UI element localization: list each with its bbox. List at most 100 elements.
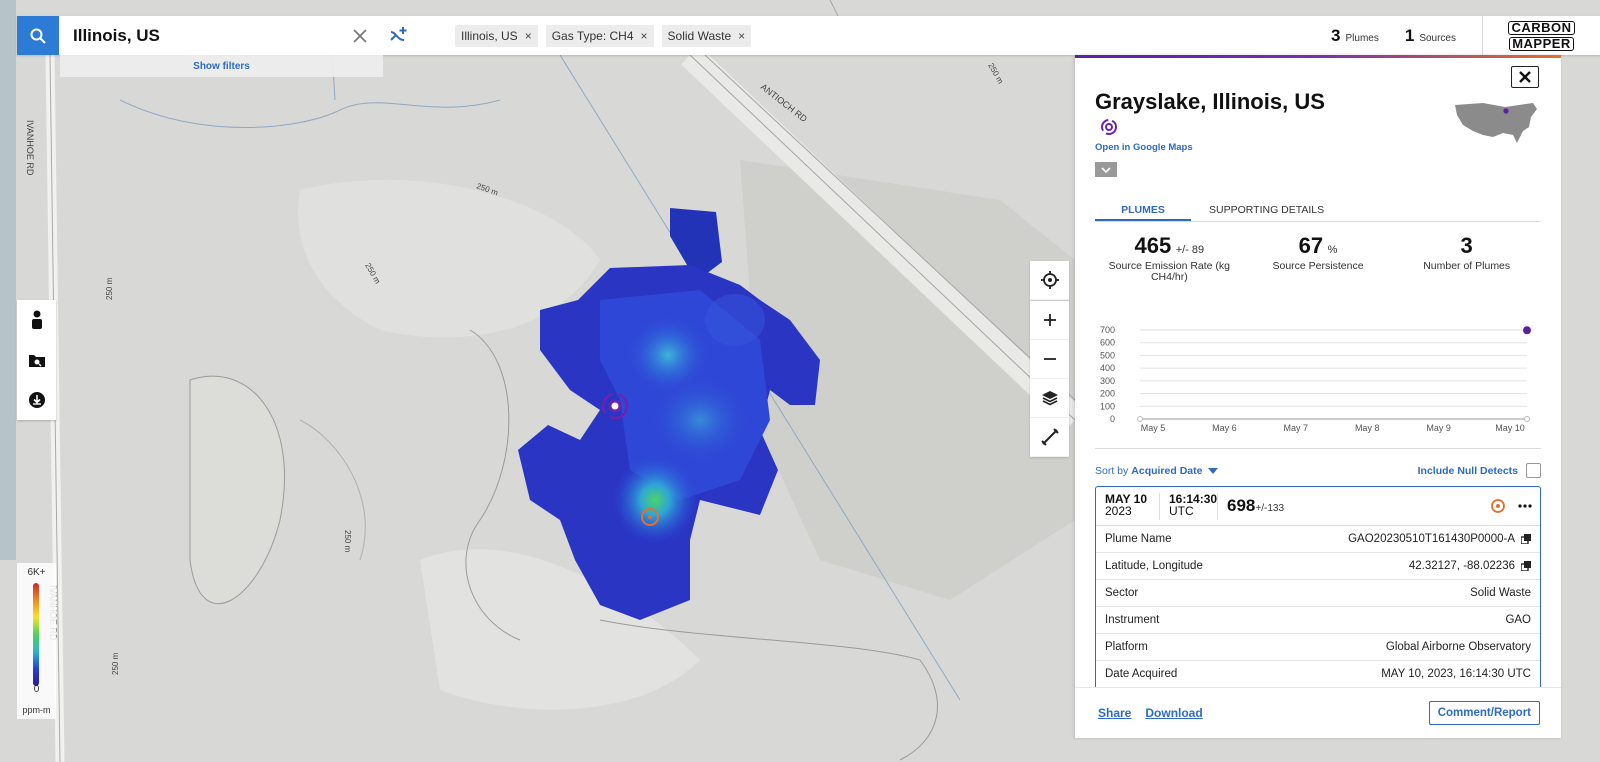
expand-details-button[interactable] [1095, 162, 1117, 177]
panel-footer: Share Download Comment/Report [1075, 687, 1561, 738]
include-null-detects[interactable]: Include Null Detects [1418, 463, 1541, 478]
filter-chip-sector[interactable]: Solid Waste × [661, 24, 752, 47]
stat-value: 3 [1460, 233, 1473, 258]
plume-time: 16:14:30 UTC [1160, 492, 1218, 520]
us-locator-map [1455, 103, 1537, 143]
chip-label: Illinois, US [461, 28, 518, 43]
detail-label: Date Acquired [1105, 668, 1178, 680]
chip-remove-icon[interactable]: × [525, 29, 532, 43]
detail-label: Plume Name [1105, 533, 1172, 545]
detail-label: Instrument [1105, 614, 1160, 626]
legend-max: 6K+ [27, 567, 46, 578]
plume-time-zone: UTC [1169, 503, 1194, 518]
legend-unit: ppm-m [22, 705, 51, 715]
close-panel-button[interactable] [1511, 66, 1539, 88]
stat-unit: +/- 89 [1175, 244, 1205, 256]
chart-y-tick-label: 400 [1100, 363, 1115, 373]
chart-y-tick-label: 100 [1100, 401, 1115, 411]
plume-count-label: Plumes [1345, 32, 1379, 44]
detail-row-date-acquired: Date Acquired MAY 10, 2023, 16:14:30 UTC [1096, 661, 1540, 688]
location-title-text: Grayslake, Illinois, US [1095, 89, 1325, 114]
source-count[interactable]: 1 Sources [1405, 26, 1456, 46]
filter-chip-location[interactable]: Illinois, US × [455, 24, 538, 47]
plume-date: MAY 10 2023 [1096, 492, 1160, 520]
include-null-label: Include Null Detects [1417, 464, 1518, 477]
close-icon [1519, 71, 1531, 83]
ruler-icon [1040, 428, 1059, 446]
chart-x-tick-label: May 8 [1355, 423, 1380, 433]
stat-label: Number of Plumes [1423, 260, 1511, 272]
include-null-checkbox[interactable] [1526, 463, 1541, 478]
download-tool-button[interactable] [17, 380, 56, 420]
comment-report-button[interactable]: Comment/Report [1428, 701, 1540, 725]
detail-label: Platform [1105, 641, 1148, 653]
plume-emission-value: 698 [1227, 496, 1256, 515]
download-link[interactable]: Download [1145, 706, 1202, 720]
chip-remove-icon[interactable]: × [641, 29, 648, 43]
stat-label: Source Emission Rate (kg CH4/hr) [1108, 260, 1231, 283]
caret-down-icon[interactable] [1208, 467, 1219, 474]
chart-x-tick-label: May 9 [1426, 423, 1451, 433]
measure-button[interactable] [1030, 418, 1069, 457]
stat-value: 465 [1134, 233, 1172, 258]
chart-baseline-point [1137, 416, 1143, 422]
logo-line-2: MAPPER [1509, 36, 1574, 51]
left-toolbar [17, 300, 56, 420]
search-button[interactable] [17, 16, 59, 55]
stat-value: 67 [1298, 233, 1324, 258]
search-input[interactable]: Illinois, US [73, 26, 343, 46]
add-route-button[interactable] [383, 26, 413, 46]
detail-value: GAO20230510T161430P0000-A [1348, 533, 1515, 545]
chip-label: Solid Waste [667, 28, 732, 43]
plus-icon [1043, 314, 1056, 326]
more-options-icon[interactable] [1518, 504, 1532, 508]
chart-y-tick-label: 200 [1100, 389, 1115, 399]
carbon-mapper-logo[interactable]: CARBON MAPPER [1482, 16, 1600, 55]
person-tool-button[interactable] [17, 300, 56, 340]
tab-plumes[interactable]: PLUMES [1095, 200, 1191, 221]
detail-row-plume-name: Plume Name GAO20230510T161430P0000-A [1096, 526, 1540, 553]
copy-icon[interactable] [1521, 534, 1531, 544]
google-maps-link[interactable]: Open in Google Maps [1095, 142, 1193, 153]
person-icon [31, 310, 42, 329]
plume-date-year: 2023 [1105, 503, 1132, 518]
chip-remove-icon[interactable]: × [738, 29, 745, 43]
source-icon [1101, 119, 1117, 135]
copy-icon[interactable] [1521, 561, 1531, 571]
detail-row-lat-lon: Latitude, Longitude 42.32127, -88.02236 [1096, 553, 1540, 580]
search-folder-button[interactable] [17, 340, 56, 380]
plume-target-icon[interactable] [1490, 498, 1506, 514]
source-detail-panel: Grayslake, Illinois, US Open in Google M… [1075, 55, 1561, 738]
top-bar: Illinois, US Illinois, US × Gas Type: CH4… [17, 16, 1600, 55]
plume-count[interactable]: 3 Plumes [1331, 26, 1379, 46]
chart-x-tick-label: May 7 [1284, 423, 1309, 433]
tab-supporting-details[interactable]: SUPPORTING DETAILS [1209, 200, 1324, 221]
layers-button[interactable] [1030, 379, 1069, 418]
chart-baseline-point [1524, 416, 1530, 422]
zoom-out-button[interactable] [1030, 340, 1069, 379]
sort-select[interactable]: Acquired Date [1131, 465, 1202, 477]
filter-chip-gas-type[interactable]: Gas Type: CH4 × [545, 24, 654, 47]
locate-button[interactable] [1030, 261, 1069, 300]
plume-count-value: 3 [1331, 25, 1341, 45]
map-controls [1030, 261, 1069, 457]
source-count-value: 1 [1404, 25, 1415, 45]
detail-value: Solid Waste [1470, 587, 1531, 599]
stat-plume-count: 3 Number of Plumes [1392, 233, 1541, 283]
layers-icon [1041, 391, 1058, 406]
detail-value: MAY 10, 2023, 16:14:30 UTC [1381, 668, 1531, 680]
folder-search-icon [28, 355, 45, 367]
show-filters-link[interactable]: Show filters [60, 55, 383, 77]
close-icon [353, 28, 367, 43]
source-stats: 465 +/- 89 Source Emission Rate (kg CH4/… [1095, 233, 1541, 283]
panel-accent-bar [1075, 55, 1561, 58]
legend-color-ramp [33, 583, 39, 686]
clear-search-button[interactable] [347, 23, 373, 49]
chart-y-tick-label: 600 [1100, 338, 1115, 348]
plume-emission-uncertainty: +/-133 [1255, 503, 1285, 514]
chart-data-point [1523, 326, 1531, 335]
stat-unit: % [1327, 244, 1338, 256]
share-link[interactable]: Share [1098, 706, 1131, 720]
download-icon [28, 392, 45, 408]
zoom-in-button[interactable] [1030, 301, 1069, 340]
